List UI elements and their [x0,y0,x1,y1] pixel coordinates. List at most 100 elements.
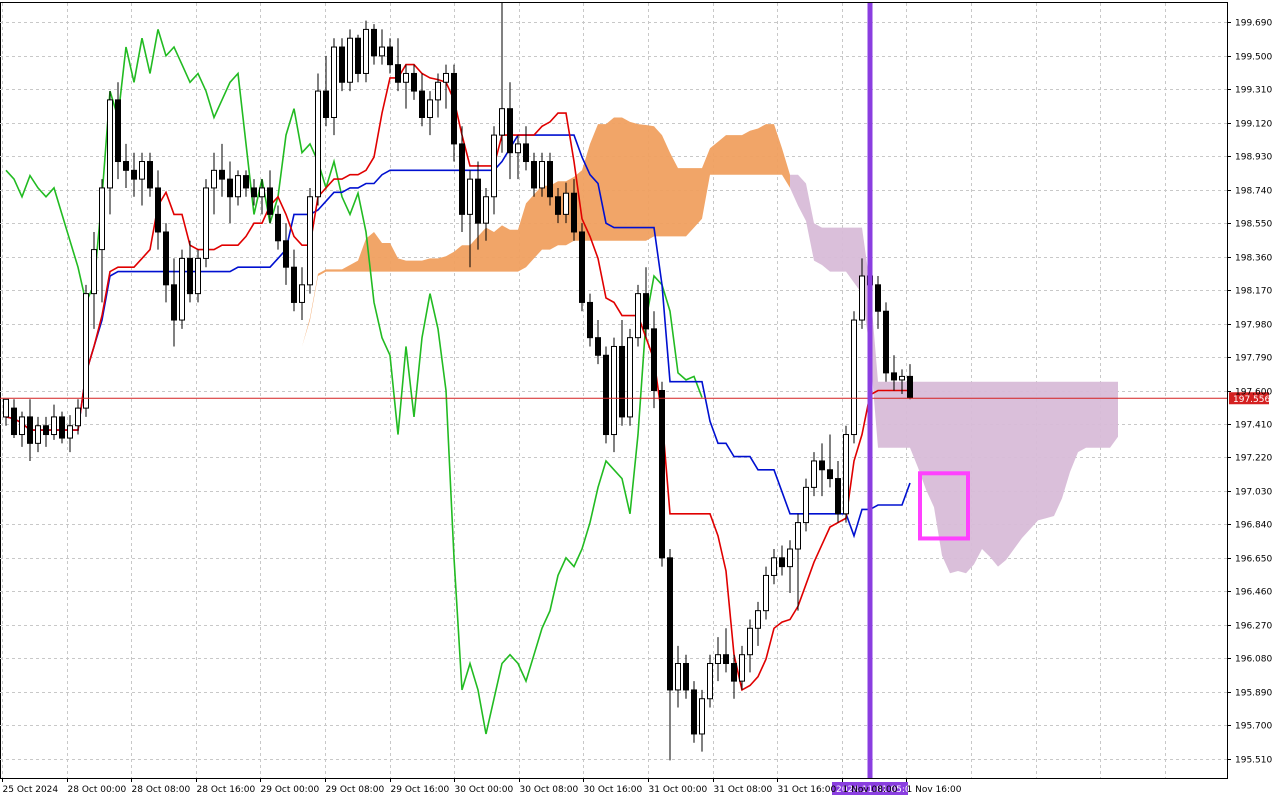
candle-bull [763,574,769,612]
candle-bear [819,460,825,471]
candle-bear [587,301,593,339]
x-tick-label: 28 Oct 00:00 [68,785,127,795]
candle-bear [147,161,153,189]
candle-bear [355,37,361,74]
candle-bull [195,257,201,295]
candle-bear [131,169,137,180]
y-tick-label: 195.700 [1235,722,1272,732]
candle-bear [595,337,601,356]
candle-bull [307,196,313,286]
candle-bear [667,557,673,691]
candle-bull [331,46,337,118]
y-tick-label: 199.500 [1235,53,1272,63]
candle-bear [723,654,729,665]
ichimoku-cloud [214,117,1118,574]
x-tick-label: 28 Oct 16:00 [197,785,256,795]
candle-bear [731,663,737,682]
candle-bull [859,275,865,321]
candle-bear [283,240,289,268]
candle-bear [451,72,457,145]
candle-bull [347,37,353,83]
candle-bull [363,28,369,74]
candle-bull [715,654,721,665]
candle-bull [211,169,217,189]
candle-bull [563,192,569,215]
y-tick-label: 198.170 [1235,287,1272,297]
candle-bull [739,654,745,682]
candle-bull [235,175,241,198]
candle-bull [811,460,817,488]
candle-bear [43,425,49,436]
x-tick-label: 31 Oct 08:00 [714,785,773,795]
candle-bull [635,293,641,339]
candle-bear [579,231,585,303]
y-tick-label: 198.930 [1235,153,1272,163]
candle-bear [555,196,561,215]
y-tick-label: 198.740 [1235,187,1272,197]
candle-bull [203,187,209,259]
candle-bear [603,354,609,436]
candle-bull [755,610,761,629]
candle-bear [883,310,889,374]
candle-bull [139,161,145,180]
candle-bear [187,257,193,295]
candle-bull [491,134,497,198]
candle-bull [75,407,81,427]
candle-bear [779,557,785,568]
candle-bear [475,178,481,224]
y-tick-label: 198.550 [1235,220,1272,230]
candle-bull [427,99,433,118]
candle-bear [875,284,881,312]
x-tick-label: 1 Nov 16:00 [907,785,962,795]
y-tick-label: 195.510 [1235,756,1272,766]
candle-bull [315,90,321,198]
x-tick-label: 1 Nov 08:00 [843,785,898,795]
candle-bull [515,143,521,154]
candle-bear [507,108,513,154]
candle-bear [267,187,273,215]
candle-bear [891,372,897,381]
candle-bull [539,161,545,189]
y-tick-label: 199.310 [1235,86,1272,96]
candle-bear [691,689,697,735]
candle-bull [771,557,777,576]
candle-bull [403,72,409,83]
candle-bear [827,469,833,480]
y-tick-label: 196.460 [1235,588,1272,598]
candle-bull [443,72,449,83]
x-tick-label: 25 Oct 2024 [3,785,59,795]
y-tick-label: 197.030 [1235,488,1272,498]
y-tick-label: 196.840 [1235,521,1272,531]
y-tick-label: 197.980 [1235,321,1272,331]
candle-bear [371,28,377,57]
candle-bull [99,187,105,251]
candle-bear [419,90,425,118]
candle-bear [531,161,537,189]
candle-bull [19,416,25,436]
y-tick-label: 196.650 [1235,555,1272,565]
candle-bull [259,187,265,198]
y-tick-label: 199.690 [1235,19,1272,29]
candle-bull [35,425,41,444]
candle-bear [27,416,33,444]
chart-area[interactable]: 197.556 2024.11.01 05:00 199.690 199.500 19… [0,0,1280,800]
candle-bull [851,319,857,436]
x-tick-label: 28 Oct 08:00 [132,785,191,795]
y-tick-label: 196.270 [1235,622,1272,632]
x-tick-label: 30 Oct 08:00 [520,785,579,795]
x-tick-label: 29 Oct 00:00 [261,785,320,795]
candle-bear [395,64,401,83]
y-tick-label: 199.120 [1235,120,1272,130]
candle-bear [219,169,225,180]
candle-bear [243,175,249,189]
candle-bull [483,196,489,224]
ichimoku-chart[interactable]: 197.5562024.11.01 05:00 199.690199.50019… [0,0,1280,800]
candle-bear [115,99,121,163]
candle-bear [291,266,297,303]
candle-bull [795,522,801,550]
candle-bull [843,434,849,515]
candle-bull [83,293,89,409]
candle-bear [835,478,841,515]
candle-bull [675,663,681,691]
candle-bear [155,187,161,233]
